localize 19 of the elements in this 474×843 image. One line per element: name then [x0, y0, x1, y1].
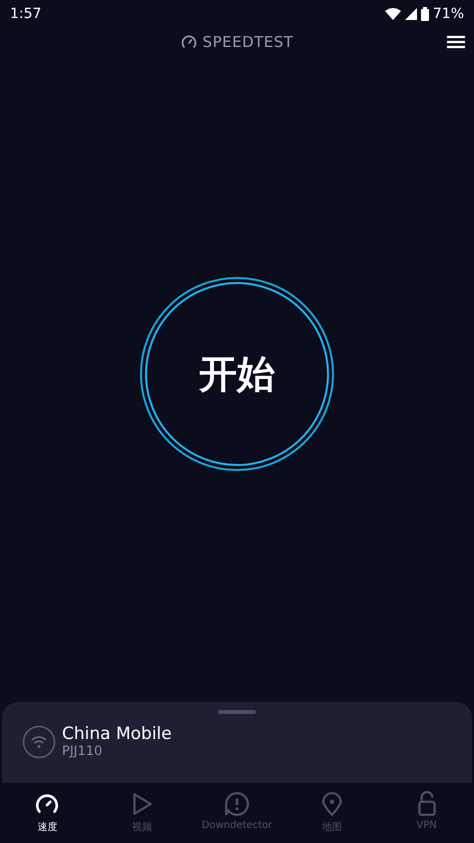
- clock: 1:57: [10, 6, 42, 22]
- nav-tab[interactable]: 视频: [94, 783, 190, 843]
- wifi-icon: [22, 724, 56, 758]
- alert-icon: [224, 791, 250, 817]
- menu-button[interactable]: [446, 34, 466, 50]
- battery-icon: [420, 7, 429, 21]
- device-name: PJJ110: [62, 744, 104, 759]
- provider-name: China Mobile: [62, 724, 172, 744]
- signal-icon: [404, 8, 417, 20]
- battery-level: 71%: [432, 6, 464, 22]
- wifi-icon: [384, 8, 401, 20]
- app-logo: SPEEDTEST: [202, 33, 294, 51]
- gauge-icon: [180, 35, 197, 49]
- nav-tab[interactable]: 地图: [284, 783, 380, 843]
- nav-tab[interactable]: 速度: [0, 783, 95, 843]
- nav-tab[interactable]: VPN: [379, 783, 474, 843]
- nav-tab[interactable]: Downdetector: [190, 783, 284, 843]
- drag-handle[interactable]: [218, 710, 256, 714]
- start-button[interactable]: 开始: [145, 282, 329, 466]
